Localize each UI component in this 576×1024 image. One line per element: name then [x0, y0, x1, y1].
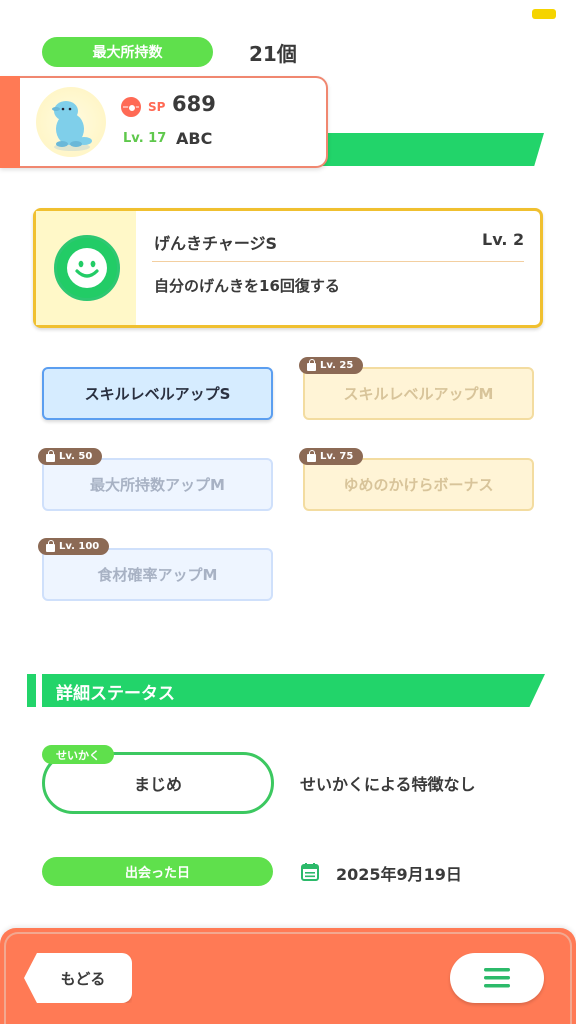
met-date-label: 出会った日 — [42, 857, 273, 886]
subskill-button-2[interactable]: スキルレベルアップM — [303, 367, 534, 420]
lock-icon — [46, 450, 55, 462]
met-date-value: 2025年9月19日 — [336, 865, 462, 884]
subskill-button-5[interactable]: 食材確率アップM — [42, 548, 273, 601]
lock-icon — [307, 359, 316, 371]
back-button[interactable]: もどる — [24, 953, 132, 1003]
subskill-unlock-level: Lv. 50 — [59, 451, 93, 462]
subskill-lock-tag-3: Lv. 50 — [38, 448, 103, 465]
pokemon-level: Lv. 17 — [123, 131, 167, 146]
subskill-unlock-level: Lv. 75 — [320, 451, 354, 462]
pokemon-card-edge — [0, 76, 20, 168]
header-stripe — [300, 133, 544, 166]
menu-icon — [484, 968, 510, 988]
pokeball-icon — [121, 97, 141, 117]
calendar-icon — [300, 862, 320, 882]
smile-icon — [54, 235, 120, 301]
main-skill-name: げんきチャージS — [154, 234, 278, 253]
subskill-button-4[interactable]: ゆめのかけらボーナス — [303, 458, 534, 511]
subskill-lock-tag-5: Lv. 100 — [38, 538, 110, 555]
subskill-button-1[interactable]: スキルレベルアップS — [42, 367, 273, 420]
nature-description: せいかくによる特徴なし — [300, 775, 476, 794]
lock-icon — [46, 540, 55, 552]
skill-divider — [152, 261, 524, 262]
max-capacity-value: 21個 — [249, 42, 297, 66]
subskill-button-3[interactable]: 最大所持数アップM — [42, 458, 273, 511]
lock-icon — [307, 450, 316, 462]
section-divider-bar — [36, 674, 42, 707]
menu-button[interactable] — [450, 953, 544, 1003]
status-indicator — [532, 9, 556, 19]
pokemon-name: ABC — [176, 129, 213, 148]
max-capacity-label: 最大所持数 — [42, 37, 213, 67]
pokemon-avatar — [36, 87, 106, 157]
subskill-lock-tag-4: Lv. 75 — [299, 448, 364, 465]
sp-label: SP — [148, 100, 166, 114]
main-skill-level: Lv. 2 — [482, 230, 525, 249]
subskill-lock-tag-2: Lv. 25 — [299, 357, 364, 374]
main-skill-description: 自分のげんきを16回復する — [154, 277, 340, 295]
subskill-unlock-level: Lv. 100 — [59, 541, 100, 552]
detail-section-title: 詳細ステータス — [56, 684, 175, 704]
sp-value: 689 — [172, 92, 216, 116]
subskill-unlock-level: Lv. 25 — [320, 360, 354, 371]
nature-tag: せいかく — [42, 745, 114, 764]
